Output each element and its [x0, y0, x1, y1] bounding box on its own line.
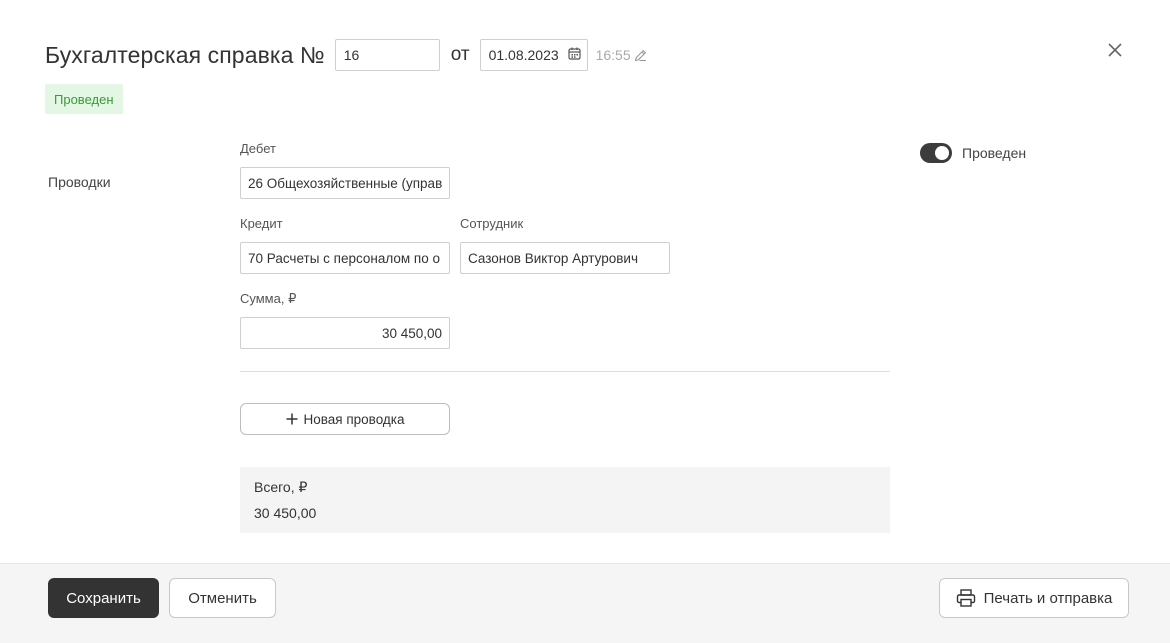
footer-bar: Сохранить Отменить Печать и отправка [0, 563, 1170, 643]
total-panel: Всего, ₽ 30 450,00 [240, 467, 890, 533]
print-and-send-button[interactable]: Печать и отправка [939, 578, 1129, 618]
status-badge: Проведен [45, 84, 123, 114]
sum-label: Сумма, ₽ [240, 291, 297, 306]
credit-label: Кредит [240, 216, 283, 231]
debit-field[interactable]: 26 Общехозяйственные (управ [240, 167, 450, 199]
page-title: Бухгалтерская справка № [45, 41, 325, 68]
calendar-icon[interactable] [567, 47, 581, 63]
new-entry-button[interactable]: Новая проводка [240, 403, 450, 435]
section-label-entries: Проводки [48, 174, 111, 190]
total-label: Всего, ₽ [254, 479, 308, 495]
document-header: Бухгалтерская справка № 16 от 01.08.2023… [45, 38, 648, 72]
time-value: 16:55 [595, 47, 631, 63]
pencil-icon[interactable] [633, 48, 648, 63]
new-entry-label: Новая проводка [303, 411, 405, 427]
printer-icon [956, 589, 976, 607]
credit-field[interactable]: 70 Расчеты с персоналом по о [240, 242, 450, 274]
save-button[interactable]: Сохранить [48, 578, 159, 618]
posted-toggle-group: Проведен [920, 143, 1026, 163]
sum-field[interactable]: 30 450,00 [240, 317, 450, 349]
total-value: 30 450,00 [254, 505, 317, 521]
debit-label: Дебет [240, 141, 276, 156]
employee-label: Сотрудник [460, 216, 524, 231]
plus-icon [286, 413, 298, 425]
date-prefix-label: от [450, 44, 470, 65]
employee-field[interactable]: Сазонов Виктор Артурович [460, 242, 670, 274]
time-display[interactable]: 16:55 [596, 47, 648, 63]
divider [240, 371, 890, 372]
date-value: 01.08.2023 [488, 47, 559, 63]
posted-toggle-label: Проведен [962, 145, 1027, 161]
document-number-input[interactable]: 16 [334, 39, 440, 71]
cancel-button[interactable]: Отменить [169, 578, 276, 618]
print-and-send-label: Печать и отправка [983, 589, 1113, 607]
posted-toggle[interactable] [920, 143, 952, 163]
toggle-knob [935, 146, 949, 160]
date-input[interactable]: 01.08.2023 [479, 39, 588, 71]
close-icon[interactable] [1105, 40, 1125, 60]
